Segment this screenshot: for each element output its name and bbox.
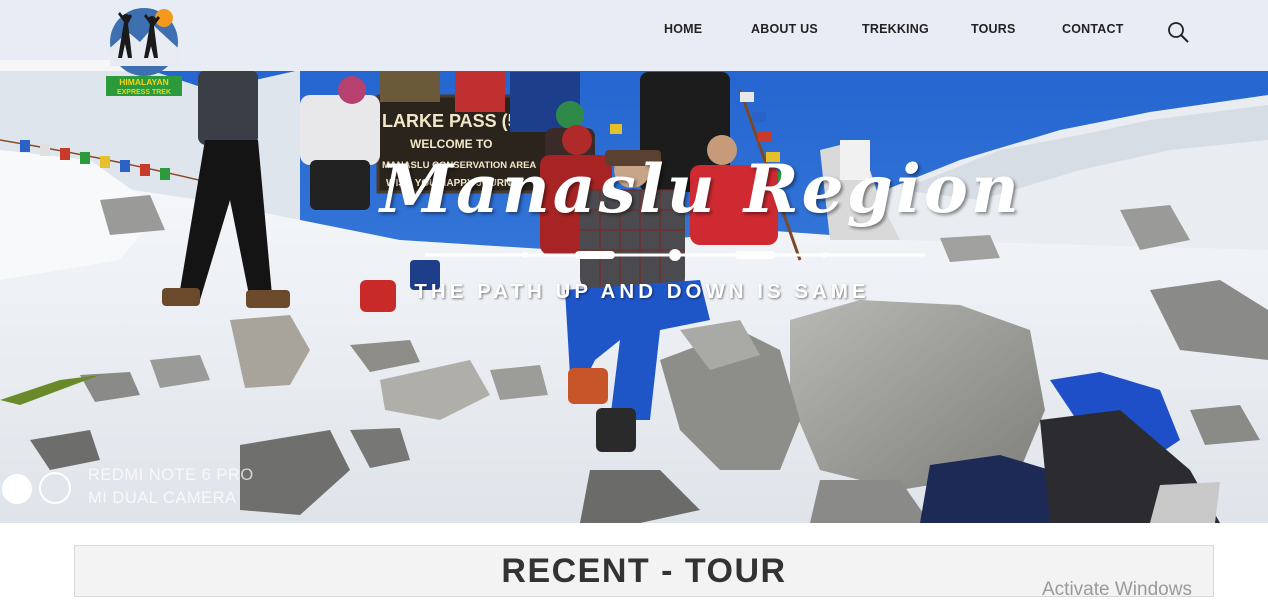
camera-line-2: MI DUAL CAMERA bbox=[88, 489, 237, 507]
nav-tours[interactable]: TOURS bbox=[971, 22, 1016, 36]
nav-about-us[interactable]: ABOUT US bbox=[751, 22, 818, 36]
hero-slider: LARKE PASS (5106M) WELCOME TO MANASLU CO… bbox=[0, 0, 1268, 523]
sign-text-2: WELCOME TO bbox=[410, 137, 492, 151]
nav-contact[interactable]: CONTACT bbox=[1062, 22, 1124, 36]
page: LARKE PASS (5106M) WELCOME TO MANASLU CO… bbox=[0, 0, 1268, 600]
hiker-logo[interactable]: HIMALAYAN EXPRESS TREK bbox=[104, 6, 184, 98]
camera-watermark: REDMI NOTE 6 PRO MI DUAL CAMERA bbox=[88, 464, 254, 510]
site-header: HIMALAYAN EXPRESS TREK HOME ABOUT US TRE… bbox=[0, 0, 1268, 96]
camera-line-1: REDMI NOTE 6 PRO bbox=[88, 466, 254, 484]
slider-dot-active[interactable] bbox=[2, 474, 32, 504]
logo-text-1: HIMALAYAN bbox=[119, 77, 168, 87]
hero-subtitle: THE PATH UP AND DOWN IS SAME bbox=[414, 280, 870, 303]
main-nav: HOME ABOUT US TREKKING TOURS CONTACT bbox=[0, 22, 1268, 42]
nav-trekking[interactable]: TREKKING bbox=[862, 22, 929, 36]
nav-home[interactable]: HOME bbox=[664, 22, 702, 36]
slider-dot[interactable] bbox=[39, 472, 71, 504]
title-divider bbox=[425, 249, 925, 261]
activate-windows-watermark: Activate Windows bbox=[1042, 579, 1192, 600]
logo-text-2: EXPRESS TREK bbox=[117, 89, 171, 96]
hero-title: Manaslu Region bbox=[380, 150, 1022, 228]
search-icon[interactable] bbox=[1166, 20, 1190, 44]
